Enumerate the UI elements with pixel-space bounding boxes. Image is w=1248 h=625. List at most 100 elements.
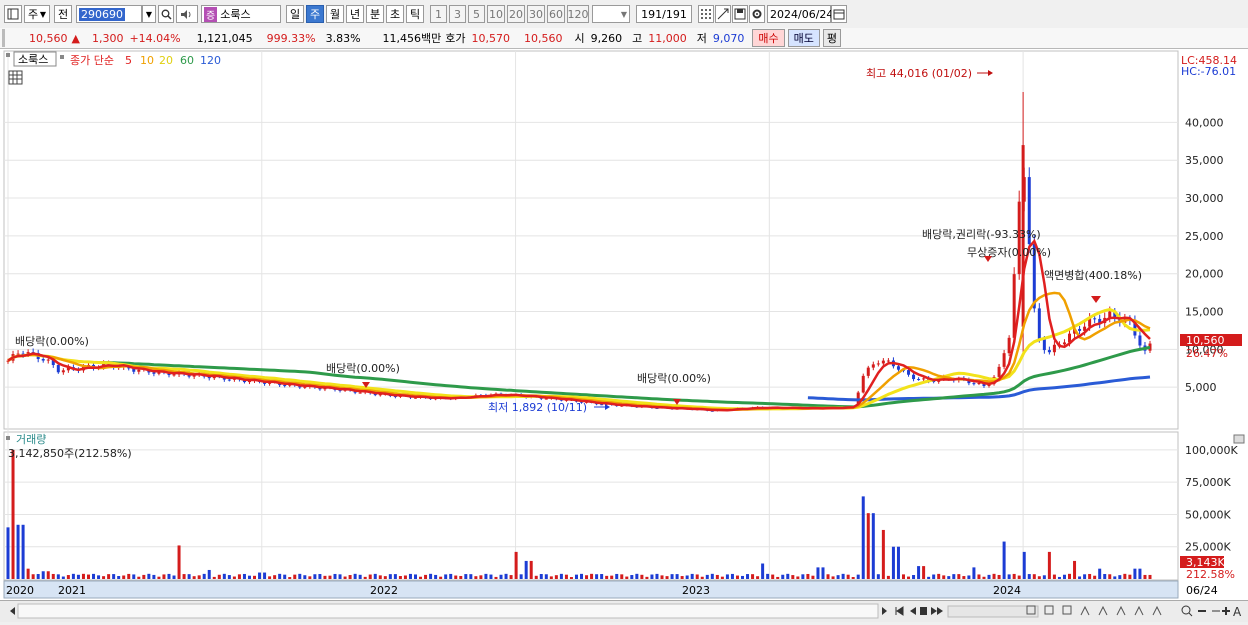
play-back-icon[interactable] (910, 607, 916, 615)
panel-menu-dot[interactable] (6, 53, 10, 57)
candle-body (1007, 337, 1011, 354)
ma-period-60: 60 (180, 54, 194, 67)
volume-bar (393, 574, 397, 579)
horizontal-scrollbar[interactable]: A (0, 600, 1248, 622)
calendar-icon[interactable] (831, 5, 847, 23)
interval-3[interactable]: 3 (449, 5, 466, 23)
chart-layout-icon[interactable] (4, 5, 22, 23)
volume-bar (685, 575, 689, 579)
price-volume-chart[interactable]: 5,00010,00015,00020,00025,00030,00035,00… (0, 49, 1248, 600)
stop-icon[interactable] (920, 607, 927, 615)
stock-name-field[interactable]: 증 소룩스 (201, 5, 281, 23)
volume-bar (585, 575, 589, 579)
volume-bar (846, 574, 850, 579)
volume-bar (308, 576, 312, 579)
volume-panel-toggle[interactable] (1233, 434, 1245, 444)
interval-30[interactable]: 30 (527, 5, 545, 23)
volume-bar (907, 576, 911, 579)
chart-area[interactable]: 5,000 10,000 15,000 20,000 25,000 30,000 35,00… (0, 49, 1248, 600)
volume-bar (1042, 575, 1046, 579)
buy-button[interactable]: 매수 (752, 29, 785, 47)
tab-week[interactable]: 주 (306, 5, 324, 23)
candle-body (997, 366, 1001, 377)
volume-bar (605, 575, 609, 579)
volume-bar (504, 573, 508, 579)
volume-bar (429, 573, 433, 579)
volume-bar (419, 576, 423, 579)
volume-bar (388, 574, 392, 579)
volume-bar (102, 576, 106, 579)
volume-bar (705, 574, 709, 579)
volume-bar (1118, 575, 1122, 579)
volume-bar (569, 577, 573, 579)
volume-bar (413, 574, 417, 579)
jeon-button[interactable]: 전 (54, 5, 72, 23)
date-field[interactable]: 2024/06/24 (767, 5, 833, 23)
volume-bar (298, 573, 302, 579)
scroll-right-icon[interactable] (882, 607, 887, 615)
text-mode-icon[interactable]: A (1233, 605, 1242, 619)
zoom-track[interactable] (947, 605, 1039, 618)
volume-bar (222, 573, 226, 579)
volume-bar (660, 575, 664, 579)
volume-bar (263, 572, 267, 579)
interval-120[interactable]: 120 (567, 5, 589, 23)
interval-1[interactable]: 1 (430, 5, 447, 23)
tab-minute[interactable]: 분 (366, 5, 384, 23)
volume-bar (982, 576, 986, 579)
crosshair-icon[interactable] (715, 5, 731, 23)
save-icon[interactable] (732, 5, 748, 23)
tab-second[interactable]: 초 (386, 5, 404, 23)
quote-ask-label: 호가 (445, 32, 466, 45)
candle-body (917, 379, 921, 381)
volume-bar (66, 575, 70, 579)
count-field[interactable]: 191/191 (636, 5, 692, 23)
table-icon[interactable] (8, 70, 23, 85)
volume-bar (735, 575, 739, 579)
tab-month[interactable]: 월 (326, 5, 344, 23)
sell-button[interactable]: 매도 (787, 29, 820, 47)
volume-bar (1057, 576, 1061, 579)
sound-icon[interactable] (176, 5, 198, 23)
stock-code-input[interactable]: 290690 (76, 5, 142, 23)
volume-bar (927, 576, 931, 579)
chart-mode-icons[interactable] (1026, 605, 1162, 616)
forward-icon[interactable] (931, 607, 943, 615)
quote-change-pct: +14.04% (129, 31, 181, 45)
tab-day[interactable]: 일 (286, 5, 304, 23)
tab-year[interactable]: 년 (346, 5, 364, 23)
volume-bar (1037, 576, 1041, 579)
interval-dropdown[interactable]: ▼ (592, 5, 630, 23)
volume-bar (987, 574, 991, 579)
type-select[interactable]: 주 ▼ (24, 5, 50, 23)
search-icon[interactable] (158, 5, 174, 23)
candle-body (907, 370, 911, 375)
gear-icon[interactable] (749, 5, 765, 23)
quote-change: 1,300 (91, 31, 124, 45)
quote-high-label: 고 (632, 32, 643, 45)
volume-bar (1007, 574, 1011, 579)
scroll-left-icon[interactable] (10, 607, 15, 615)
interval-10[interactable]: 10 (487, 5, 505, 23)
volume-bar (791, 575, 795, 579)
ma-menu-dot[interactable] (60, 55, 64, 59)
candle-body (896, 366, 900, 370)
interval-20[interactable]: 20 (507, 5, 525, 23)
volume-bar (680, 576, 684, 579)
volume-bar (1093, 575, 1097, 579)
interval-60[interactable]: 60 (547, 5, 565, 23)
dividend-annotation-2022: 배당락(0.00%) (637, 372, 711, 385)
grid-icon[interactable] (698, 5, 714, 23)
scroll-track[interactable] (17, 603, 879, 619)
tab-tick[interactable]: 틱 (406, 5, 424, 23)
eval-button[interactable]: 평 (822, 29, 842, 47)
rewind-icon[interactable] (895, 606, 904, 616)
volume-bar (1027, 574, 1031, 579)
volume-bar (771, 574, 775, 579)
plus-icon[interactable] (1222, 607, 1230, 615)
interval-5[interactable]: 5 (468, 5, 485, 23)
volume-menu-dot[interactable] (6, 436, 10, 440)
code-dropdown-button[interactable]: ▼ (142, 5, 156, 23)
volume-bar (348, 575, 352, 579)
zoom-out-icon[interactable] (1181, 605, 1193, 617)
